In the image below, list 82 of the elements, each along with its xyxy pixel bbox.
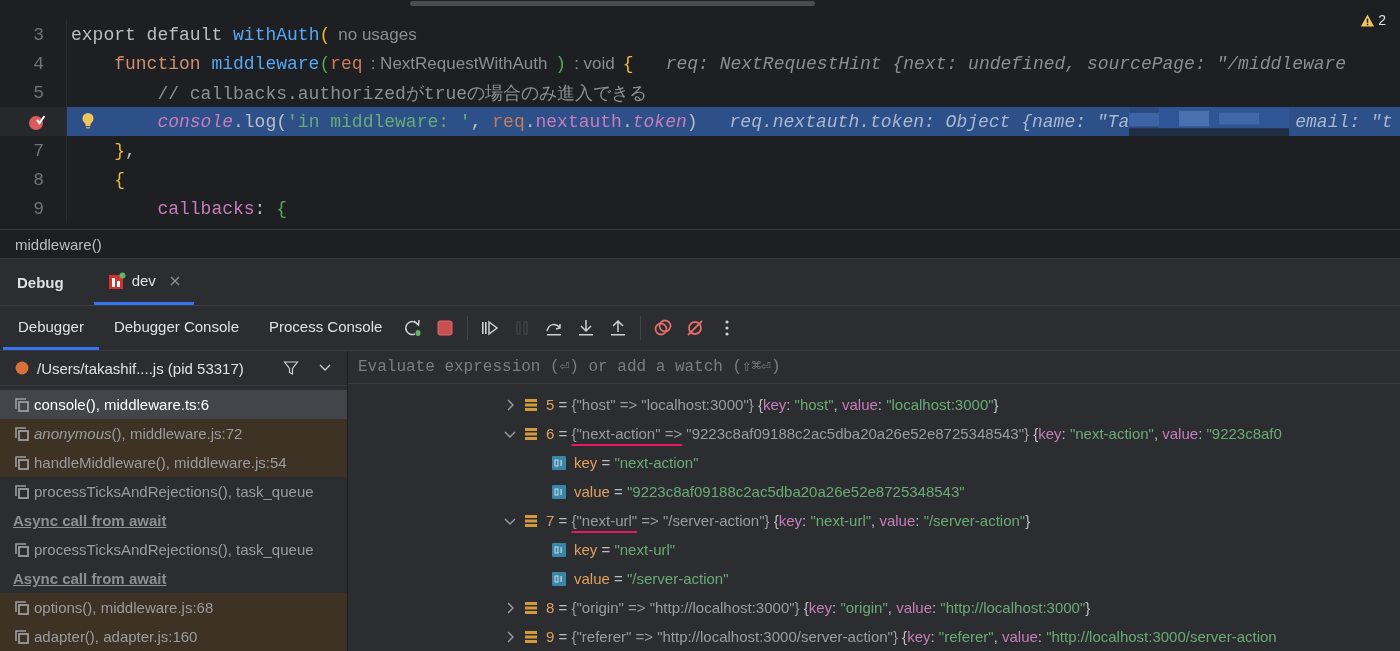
close-icon[interactable] <box>169 275 180 286</box>
variable-text: 6 = {"next-action" => "9223c8af09188c2ac5dba20a26e52e8725348543"} {key: "next-action", value: "9223c8af0 <box>546 425 1282 442</box>
frame-icon <box>14 454 30 471</box>
frame-label: options(), middleware.js:68 <box>34 599 214 616</box>
frame-label: console(), middleware.ts:6 <box>34 396 210 413</box>
frame-icon <box>14 628 30 645</box>
list-icon <box>524 397 538 412</box>
debug-value-hint: req.nextauth.token: Object {name: "Ta <box>729 111 1130 132</box>
list-icon <box>524 600 538 615</box>
process-dropdown[interactable]: /Users/takashif....js (pid 53317) <box>0 351 347 386</box>
code-text: // callbacks.authorizedがtrueの場合のみ進入できる <box>157 82 648 105</box>
frame-label: adapter(), adapter.js:160 <box>34 628 198 645</box>
field-icon <box>552 455 566 470</box>
tab[interactable]: Process Console <box>254 306 398 350</box>
status-dot-icon <box>15 361 29 375</box>
frame-icon <box>14 541 30 558</box>
frame-label: handleMiddleware(), middleware.js:54 <box>34 454 287 471</box>
code-text: ) <box>555 53 567 74</box>
code-text: { <box>114 169 125 190</box>
frame-label: anonymous(), middleware.js:72 <box>34 425 243 442</box>
stack-frame[interactable]: processTicksAndRejections(), task_queue <box>0 477 347 506</box>
panel-title: Debug <box>17 273 64 291</box>
list-icon <box>524 629 538 644</box>
frame-icon <box>14 425 30 442</box>
variable-text: key = "next-url" <box>574 541 676 558</box>
warning-indicator[interactable]: 2 <box>1360 12 1386 28</box>
tab[interactable]: Debugger Console <box>98 306 254 350</box>
code-text: function middleware(req <box>114 53 363 74</box>
inlay-hint: : NextRequestWithAuth <box>370 53 548 74</box>
line-number: 7 <box>33 140 44 161</box>
frame-label: processTicksAndRejections(), task_queue <box>34 483 314 500</box>
stack-frame[interactable]: handleMiddleware(), middleware.js:54 <box>0 448 347 477</box>
chevron-down-icon <box>319 364 331 372</box>
code-text: export default withAuth( <box>71 24 331 45</box>
debug-value-hint: email: "t <box>1295 111 1393 132</box>
lightbulb-icon[interactable] <box>81 112 95 130</box>
frame-icon <box>14 483 30 500</box>
variable-text: key = "next-action" <box>574 454 699 471</box>
session-tab[interactable]: dev <box>93 259 194 305</box>
mute-icon[interactable] <box>685 318 706 338</box>
stop-icon[interactable] <box>435 318 456 338</box>
code-text: callbacks: { <box>157 198 288 219</box>
warning-icon <box>1360 12 1376 28</box>
field-icon <box>552 484 566 499</box>
field-icon <box>552 571 566 586</box>
variable-text: 7 = {"next-url" => "/server-action"} {key: "next-url", value: "/server-action"} <box>546 512 1031 529</box>
line-number: 5 <box>33 82 44 103</box>
code-text: console.log('in middleware: ', req.nextauth.token) <box>157 111 698 132</box>
list-icon <box>524 513 538 528</box>
variable-text: value = "/server-action" <box>574 570 729 587</box>
stack-frame[interactable]: processTicksAndRejections(), task_queue <box>0 535 347 564</box>
stack-frame[interactable]: console(), middleware.ts:6 <box>0 390 347 419</box>
code-text: }, <box>114 140 136 161</box>
line-number: 8 <box>33 169 44 190</box>
tab[interactable]: Debugger <box>3 306 99 350</box>
scrollbar-thumb[interactable] <box>410 1 815 6</box>
debug-value-hint: req: NextRequestHint {next: undefined, sourcePage: "/middleware <box>665 53 1347 74</box>
line-number: 4 <box>33 53 44 74</box>
field-icon <box>552 542 566 557</box>
variable-text: 9 = {"referer" => "http://localhost:3000/server-action"} {key: "referer", value: "http://localhost:3000/server-action <box>546 628 1277 645</box>
line-number: 3 <box>33 24 44 45</box>
inlay-hint: : void <box>574 53 615 74</box>
list-icon <box>524 426 538 441</box>
frame-icon <box>14 396 30 413</box>
filter-icon[interactable] <box>283 360 299 376</box>
stack-frame[interactable]: adapter(), adapter.js:160 <box>0 622 347 651</box>
stack-frame[interactable]: options(), middleware.js:68 <box>0 593 347 622</box>
line-number: 9 <box>33 198 44 219</box>
variable-text: value = "9223c8af09188c2ac5dba20a26e52e8725348543" <box>574 483 965 500</box>
variable-text: 5 = {"host" => "localhost:3000"} {key: "host", value: "localhost:3000"} <box>546 396 999 413</box>
breadcrumb[interactable]: middleware() <box>15 235 102 253</box>
inlay-hint: no usages <box>338 24 417 45</box>
breakpoints-icon[interactable] <box>653 318 674 338</box>
async-link[interactable]: Async call from await <box>13 570 167 587</box>
code-text: { <box>622 53 634 74</box>
variable-text: 8 = {"origin" => "http://localhost:3000"} {key: "origin", value: "http://localhost:3000"} <box>546 599 1091 616</box>
node-icon <box>107 271 126 290</box>
frame-icon <box>14 599 30 616</box>
async-link[interactable]: Async call from await <box>13 512 167 529</box>
resume-icon[interactable] <box>480 318 501 338</box>
stack-frame[interactable]: anonymous(), middleware.js:72 <box>0 419 347 448</box>
frame-label: processTicksAndRejections(), task_queue <box>34 541 314 558</box>
